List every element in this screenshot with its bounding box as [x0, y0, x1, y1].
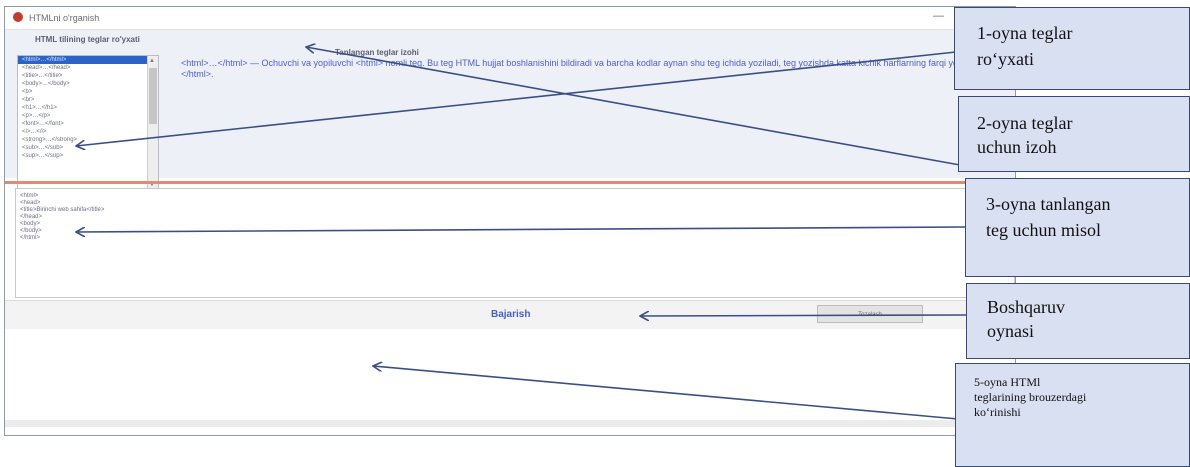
callout-control-bar: Boshqaruv oynasi [966, 283, 1190, 359]
tag-list-item[interactable]: <p>…</p> [18, 112, 158, 120]
tag-list-item[interactable]: <html>…</html> [18, 56, 158, 64]
callout-line: 5-oyna HTMl [974, 375, 1041, 389]
code-line: <title>Birinchi web sahifa</title> [20, 207, 105, 213]
control-bar: Bajarish Tozalash [5, 300, 1015, 330]
code-line: <html> [20, 193, 39, 199]
code-line: <head> [20, 200, 41, 206]
callout-line: 2-oyna teglar [977, 113, 1073, 133]
tag-list-item[interactable]: <sub>…</sub> [18, 144, 158, 152]
callout-line: uchun izoh [977, 137, 1057, 157]
tag-list-item[interactable]: <i>…</i> [18, 128, 158, 136]
minimize-button[interactable]: — [933, 10, 944, 22]
code-example-editor[interactable]: <html> <head> <title>Birinchi web sahifa… [15, 188, 1015, 298]
callout-line: teg uchun misol [986, 220, 1101, 240]
code-line: <body> [20, 221, 41, 227]
callout-line: ro‘yxati [977, 49, 1034, 69]
callout-tag-comment: 2-oyna teglar uchun izoh [958, 96, 1190, 172]
callout-line: 1-oyna teglar [977, 23, 1073, 43]
pane-divider[interactable] [5, 181, 1015, 184]
scroll-thumb[interactable] [149, 68, 157, 124]
callout-browser-preview: 5-oyna HTMl teglarining brouzerdagi ko‘r… [955, 363, 1190, 467]
tag-list-item[interactable]: <strong>…</strong> [18, 136, 158, 144]
tag-list-item[interactable]: <b> [18, 88, 158, 96]
callout-line: teglarining brouzerdagi [974, 390, 1087, 404]
title-bar: HTMLni o'rganish — [5, 7, 1015, 30]
run-button[interactable]: Bajarish [491, 309, 530, 320]
tag-list-item[interactable]: <title>…</title> [18, 72, 158, 80]
clear-button[interactable]: Tozalash [817, 305, 923, 323]
tag-list-item[interactable]: <body>…</body> [18, 80, 158, 88]
window-title: HTMLni o'rganish [29, 13, 100, 23]
comment-label: Tanlangan teglar izohi [335, 48, 419, 57]
browser-preview [5, 329, 1015, 427]
tag-list-scrollbar[interactable]: ▲ ▼ [147, 56, 158, 190]
html-learning-window: HTMLni o'rganish — HTML tilining teglar … [4, 6, 1016, 436]
tag-list-label: HTML tilining teglar ro'yxati [35, 35, 140, 44]
tag-list[interactable]: <html>…</html> <head>…</head> <title>…</… [17, 55, 159, 191]
code-line: </head> [20, 214, 43, 220]
callout-code-example: 3-oyna tanlangan teg uchun misol [965, 178, 1190, 277]
callout-line: 3-oyna tanlangan [986, 194, 1111, 214]
scroll-up-icon[interactable]: ▲ [149, 57, 155, 65]
tag-list-item[interactable]: <font>…</font> [18, 120, 158, 128]
tag-list-item[interactable]: <head>…</head> [18, 64, 158, 72]
tag-list-item[interactable]: <h1>…</h1> [18, 104, 158, 112]
callout-line: Boshqaruv [987, 297, 1065, 317]
tag-list-item[interactable]: <sup>…</sup> [18, 152, 158, 160]
status-strip [5, 420, 1015, 427]
app-icon [13, 12, 23, 22]
code-line: </body> [20, 228, 42, 234]
callout-line: oynasi [987, 321, 1034, 341]
code-line: </html> [20, 235, 41, 241]
tag-list-item[interactable]: <br> [18, 96, 158, 104]
callout-tag-list: 1-oyna teglar ro‘yxati [954, 7, 1190, 90]
comment-text: <html>…</html> — Ochuvchi va yopiluvchi … [181, 58, 1004, 79]
tags-pane: HTML tilining teglar ro'yxati <html>…</h… [5, 30, 1015, 191]
callout-line: ko‘rinishi [974, 405, 1021, 419]
